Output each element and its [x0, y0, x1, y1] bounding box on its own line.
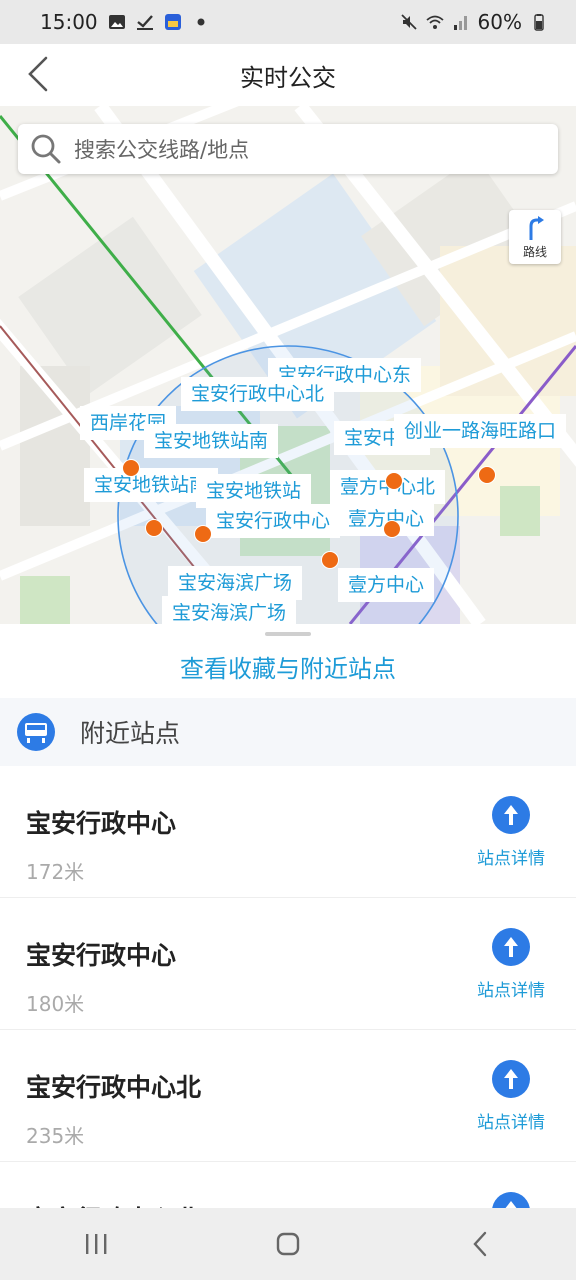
stop-detail-label: 站点详情: [477, 849, 545, 869]
map-stop-label[interactable]: 宝安海滨广场: [168, 566, 303, 600]
nav-back-icon: [473, 1231, 487, 1257]
stop-detail-label: 站点详情: [477, 981, 545, 1001]
stop-name: 宝安行政中心: [26, 941, 177, 970]
stop-distance: 172米: [26, 860, 85, 884]
search-icon: [31, 134, 61, 164]
map-view[interactable]: 搜索公交线路/地点 路线 宝安行政中心东 宝安行政中心北 西岸花园 宝安地铁站南…: [0, 106, 576, 624]
status-bar: 15:00 60%: [0, 0, 576, 44]
list-item[interactable]: 宝安行政中心北 235米 站点详情: [0, 1030, 576, 1162]
wifi-icon: [425, 15, 444, 29]
map-stop-label[interactable]: 宝安海滨广场: [162, 596, 297, 624]
nearby-section-title: 附近站点: [80, 719, 181, 748]
gallery-icon: [108, 15, 125, 29]
status-right: 60%: [400, 10, 548, 34]
signal-icon: [453, 16, 467, 30]
route-icon: [529, 215, 544, 240]
navigate-arrow-icon: [492, 796, 530, 834]
route-button[interactable]: 路线: [509, 210, 561, 264]
status-time: 15:00: [40, 10, 98, 34]
favorites-nearby-link[interactable]: 查看收藏与附近站点: [0, 642, 576, 690]
map-stop-label[interactable]: 宝安地铁站南: [144, 424, 279, 458]
map-stop-label[interactable]: 创业一路海旺路口: [394, 414, 567, 448]
stop-distance: 235米: [26, 1124, 85, 1148]
page-title: 实时公交: [240, 63, 336, 92]
app-header: 实时公交: [0, 44, 576, 106]
map-stop-label[interactable]: 宝安地铁站: [196, 474, 312, 508]
map-stop-label[interactable]: 宝安行政中心: [206, 504, 341, 538]
battery-percent: 60%: [477, 10, 522, 34]
recent-apps-button[interactable]: [66, 1224, 126, 1264]
search-bar[interactable]: 搜索公交线路/地点: [18, 124, 558, 174]
stop-marker[interactable]: [383, 520, 401, 538]
dot-icon: [197, 18, 205, 26]
stop-detail-label: 站点详情: [477, 1113, 545, 1133]
stop-name: 宝安行政中心北: [26, 1073, 202, 1102]
sheet-drag-handle[interactable]: [265, 632, 311, 636]
stop-marker[interactable]: [385, 472, 403, 490]
back-button[interactable]: [18, 54, 58, 94]
home-button[interactable]: [258, 1224, 318, 1264]
battery-icon: [534, 14, 544, 31]
navigate-arrow-icon: [492, 1060, 530, 1098]
stop-name: 宝安行政中心: [26, 809, 177, 838]
nearby-section-header: 附近站点: [0, 698, 576, 766]
status-left: 15:00: [40, 10, 210, 34]
stop-detail-button[interactable]: 站点详情: [466, 796, 556, 869]
recent-apps-icon: [86, 1234, 107, 1254]
stop-marker[interactable]: [194, 525, 212, 543]
search-placeholder: 搜索公交线路/地点: [74, 138, 250, 162]
map-stop-label[interactable]: 壹方中心: [338, 568, 435, 602]
task-check-icon: [136, 15, 153, 30]
map-stop-label[interactable]: 宝安行政中心北: [181, 377, 335, 411]
bus-stop-icon: [17, 713, 55, 751]
stop-marker[interactable]: [122, 459, 140, 477]
list-item[interactable]: 宝安行政中心 180米 站点详情: [0, 898, 576, 1030]
stop-distance: 180米: [26, 992, 85, 1016]
mute-icon: [400, 14, 417, 30]
route-button-label: 路线: [522, 244, 547, 259]
stop-detail-button[interactable]: 站点详情: [466, 1060, 556, 1133]
stop-marker[interactable]: [478, 466, 496, 484]
system-nav-bar: [0, 1208, 576, 1280]
stop-marker[interactable]: [145, 519, 163, 537]
navigate-arrow-icon: [492, 928, 530, 966]
back-arrow-icon: [28, 56, 48, 92]
nearby-stop-list: 宝安行政中心 172米 站点详情 宝安行政中心 180米 站点详情 宝安行政中心…: [0, 766, 576, 1280]
nav-back-button[interactable]: [450, 1224, 510, 1264]
app-notification-icon: [164, 14, 181, 30]
stop-detail-button[interactable]: 站点详情: [466, 928, 556, 1001]
home-icon: [276, 1232, 300, 1256]
list-item[interactable]: 宝安行政中心 172米 站点详情: [0, 766, 576, 898]
stop-marker[interactable]: [321, 551, 339, 569]
